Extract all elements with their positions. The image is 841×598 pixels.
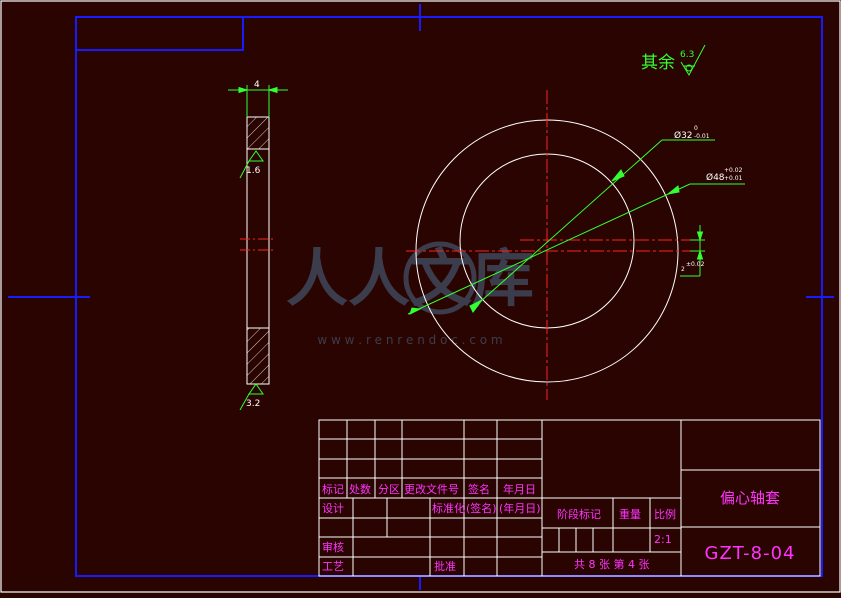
date-label: (年月日) (499, 501, 541, 515)
design-label: 设计 (322, 502, 344, 515)
title-block: 标记 处数 分区 更改文件号 签名 年月日 设计 标准化 (签名) (年月日) … (318, 419, 821, 577)
rev-header-mark: 标记 (322, 482, 344, 496)
watermark-text: 人人文库 (286, 242, 534, 315)
scale-label: 比例 (654, 507, 676, 521)
side-view: 4 1.6 3.2 (228, 80, 288, 411)
eccentric-dim-value: 2 (681, 266, 685, 273)
rev-header-sign: 签名 (468, 482, 490, 496)
bore-dim-value: Ø32 (674, 130, 693, 141)
watermark: 人人文库 w w w . r e n r e n d o c . c o m (286, 241, 534, 347)
outer-tol-upper: +0.02 (724, 167, 743, 174)
roughness-note-label: 其余 (641, 53, 675, 73)
general-roughness-note: 其余 6.3 (641, 44, 706, 77)
rev-header-date: 年月日 (503, 482, 536, 496)
bore-tol-upper: 0 (694, 125, 698, 132)
sheet-count: 共 8 张 第 4 张 (574, 557, 649, 571)
code-box (75, 16, 244, 51)
weight-label: 重量 (619, 507, 641, 521)
rev-header-doc: 更改文件号 (404, 482, 459, 496)
rev-header-count: 处数 (349, 483, 371, 496)
roughness-main-value: 6.3 (680, 50, 694, 60)
drawing-sheet: 人人文库 w w w . r e n r e n d o c . c o m 其… (0, 0, 841, 593)
eccentric-tol: ±0.02 (686, 261, 705, 268)
watermark-url: w w w . r e n r e n d o c . c o m (317, 333, 502, 347)
part-name: 偏心轴套 (720, 489, 780, 507)
stage-label: 阶段标记 (557, 507, 601, 521)
hatch-bottom (246, 327, 270, 385)
approve-label: 批准 (434, 559, 456, 573)
rev-header-zone: 分区 (378, 483, 400, 496)
roughness-bottom-value: 3.2 (246, 399, 260, 409)
roughness-top-value: 1.6 (246, 166, 261, 176)
standardize-label: 标准化 (432, 501, 465, 515)
process-label: 工艺 (322, 560, 344, 573)
scale-value: 2:1 (654, 533, 672, 546)
outer-tol-lower: +0.01 (724, 175, 743, 182)
sign-label: (签名) (466, 501, 497, 515)
thickness-value: 4 (254, 80, 260, 90)
outer-dim-value: Ø48 (706, 172, 725, 183)
hatch-top (246, 116, 270, 150)
drawing-number: GZT-8-04 (705, 543, 796, 564)
review-label: 审核 (322, 540, 344, 554)
bore-tol-lower: -0.01 (694, 133, 710, 140)
